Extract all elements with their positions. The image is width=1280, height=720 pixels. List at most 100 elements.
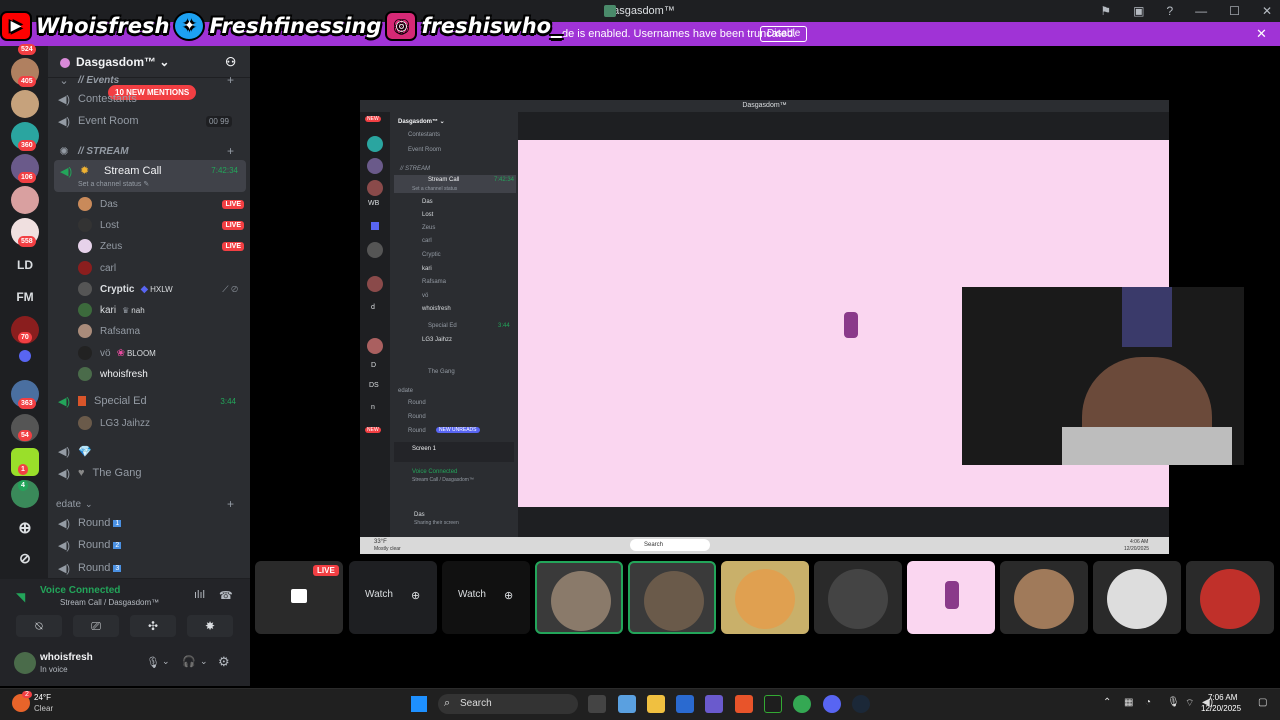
participant-tile[interactable] — [1186, 561, 1274, 634]
screen-label: Screen 1 — [412, 446, 437, 452]
channel-contestants[interactable]: ◀) Contestants — [56, 89, 246, 109]
participant-tile[interactable] — [721, 561, 809, 634]
avatar[interactable] — [14, 652, 36, 674]
channel-round-1[interactable]: ◀) Round 1 — [56, 513, 246, 533]
category-edate[interactable]: edate ⌄ + — [56, 494, 246, 514]
channel-the-gang[interactable]: ◀) ♥ The Gang — [56, 463, 246, 483]
discover-icon[interactable]: ⊘ — [10, 550, 40, 567]
screen-share-button[interactable]: ⎚ — [73, 615, 119, 637]
help-icon[interactable]: ? — [1166, 4, 1173, 18]
chrome-icon[interactable] — [793, 695, 811, 713]
channel-timer: 7:42:34 — [494, 177, 515, 183]
voice-user[interactable]: Cryptic ◆ HXLW ⟋ ⊘ — [78, 279, 244, 299]
disable-button[interactable]: Disable — [760, 26, 808, 42]
clan-tag-icon: ◆ — [140, 283, 149, 295]
category-stream[interactable]: ✺// STREAM + — [56, 141, 246, 161]
folder-icon[interactable] — [19, 350, 31, 362]
activities-button[interactable]: ✣ — [130, 615, 176, 637]
channel-special-ed[interactable]: ◀) Special Ed 3:44 — [56, 391, 246, 411]
app-tray-icon[interactable]: ▦ — [1124, 697, 1133, 708]
voice-user[interactable]: LG3 Jaihzz — [78, 413, 244, 433]
voice-user[interactable]: whoisfresh — [78, 364, 244, 384]
voice-user[interactable]: Rafsama — [78, 321, 244, 341]
stream-tile[interactable]: LIVE — [255, 561, 343, 634]
file-explorer-icon[interactable] — [647, 695, 665, 713]
steam-icon[interactable] — [852, 695, 870, 713]
chevron-up-icon[interactable]: ⌃ — [1103, 697, 1111, 708]
voice-user[interactable]: Zeus LIVE — [78, 236, 244, 256]
store-icon[interactable] — [676, 695, 694, 713]
category-label: edate — [398, 388, 414, 394]
voice-user[interactable]: vö ❀ BLOOM — [78, 343, 244, 363]
server-badge: 524 — [18, 44, 36, 55]
clock[interactable]: 7:06 AM — [1208, 693, 1237, 702]
soundboard-icon: ✸ — [204, 619, 216, 633]
chevron-down-icon[interactable]: ⌄ — [162, 656, 170, 667]
participant-tile[interactable] — [907, 561, 995, 634]
search-box[interactable]: Search — [438, 694, 578, 714]
participant-tile[interactable] — [628, 561, 716, 634]
voice-connected-label[interactable]: Voice Connected — [40, 585, 120, 596]
voice-user[interactable]: kari ♛ nah — [78, 300, 244, 320]
noise-suppression-icon[interactable]: ılıl — [194, 589, 205, 601]
participant-tile[interactable] — [535, 561, 623, 634]
task-view-icon[interactable] — [588, 695, 606, 713]
category-events[interactable]: ⌄// Events + — [56, 70, 246, 90]
close-icon[interactable]: ✕ — [1256, 22, 1267, 46]
zoom-icon[interactable]: ⊕ — [504, 589, 513, 602]
close-button[interactable]: ✕ — [1262, 4, 1272, 18]
start-icon[interactable] — [411, 696, 427, 712]
watch-button[interactable]: Watch — [365, 589, 393, 605]
server-label[interactable]: LD — [10, 258, 40, 272]
soundboard-button[interactable]: ✸ — [187, 615, 233, 637]
zoom-icon[interactable]: ⊕ — [411, 589, 420, 602]
participant-tile[interactable] — [1093, 561, 1181, 634]
terminal-icon[interactable] — [764, 695, 782, 713]
server-label[interactable]: FM — [10, 290, 40, 304]
notification-icon[interactable]: ▢ — [1258, 697, 1267, 708]
participant-tile[interactable] — [1000, 561, 1088, 634]
voice-location[interactable]: Stream Call / Dasgasdom™ — [60, 598, 159, 607]
camera-off-icon: ⍉ — [35, 619, 43, 633]
server-badge: 360 — [18, 140, 36, 151]
microphone-icon[interactable]: 🎙 — [1167, 697, 1180, 708]
add-channel-icon[interactable]: + — [227, 73, 234, 87]
add-channel-icon[interactable]: + — [227, 144, 234, 158]
maximize-button[interactable]: ☐ — [1229, 4, 1240, 18]
channel-diamond[interactable]: ◀) 💎 — [56, 441, 246, 461]
minimize-button[interactable]: — — [1195, 4, 1207, 18]
copilot-icon[interactable] — [618, 695, 636, 713]
inbox-icon[interactable]: ⚑ — [1100, 4, 1111, 18]
teams-icon[interactable] — [705, 695, 723, 713]
gear-icon[interactable]: ⚙ — [218, 654, 230, 670]
chevron-down-icon[interactable]: ⌄ — [200, 656, 208, 667]
server-icon[interactable] — [11, 186, 39, 214]
new-badge: NEW — [365, 116, 381, 122]
channel-round-3[interactable]: ◀) Round 3 — [56, 558, 246, 578]
server-icon[interactable] — [11, 90, 39, 118]
participant-tile[interactable] — [814, 561, 902, 634]
channel-round-2[interactable]: ◀) Round 2 — [56, 535, 246, 555]
camera-button[interactable]: ⍉ — [16, 615, 62, 637]
channel-status[interactable]: Set a channel status ✎ — [78, 180, 149, 188]
voice-user[interactable]: Lost LIVE — [78, 215, 244, 235]
stream-tile[interactable]: Watch ⊕ — [442, 561, 530, 634]
channel-stream-call[interactable]: ◀) ✹ Stream Call 7:42:34 Set a channel s… — [54, 160, 246, 192]
add-server-icon[interactable]: ⊕ — [10, 518, 40, 538]
headphones-icon[interactable]: 🎧 — [182, 655, 196, 668]
discord-icon[interactable] — [823, 695, 841, 713]
voice-user[interactable]: carl — [78, 258, 244, 278]
disconnect-icon[interactable]: ☎ — [219, 589, 233, 602]
screen-icon[interactable]: ▣ — [1133, 4, 1144, 18]
watch-button[interactable]: Watch — [458, 589, 486, 605]
brave-icon[interactable] — [735, 695, 753, 713]
voice-user[interactable]: Das LIVE — [78, 194, 244, 214]
stream-tile[interactable]: Watch ⊕ — [349, 561, 437, 634]
wifi-icon[interactable]: ⌔ — [1185, 697, 1194, 710]
headset-icon[interactable]: ◔ — [1145, 697, 1151, 708]
character-sprite — [844, 312, 858, 338]
microphone-icon[interactable]: 🎙 — [146, 656, 160, 669]
windows-taskbar — [0, 688, 1280, 720]
channel-event-room[interactable]: ◀) Event Room 00 99 — [56, 111, 246, 131]
date[interactable]: 12/20/2025 — [1201, 704, 1241, 713]
